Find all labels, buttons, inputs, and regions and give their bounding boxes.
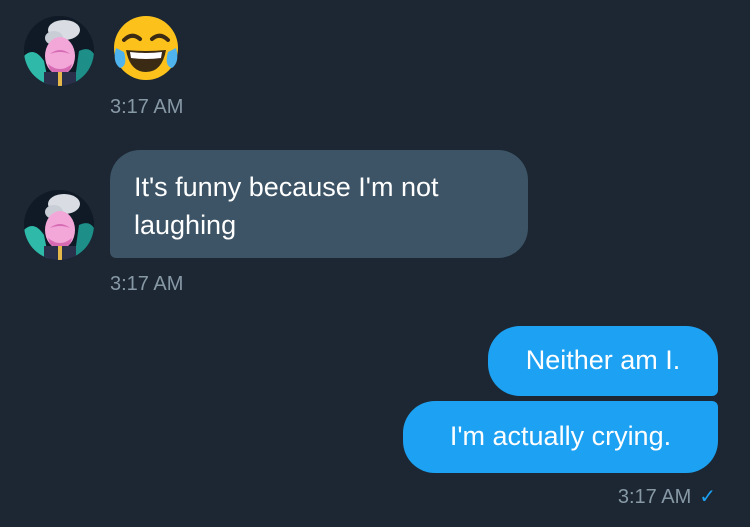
read-receipt-check-icon: ✓ <box>699 486 716 508</box>
message-text: It's funny because I'm not laughing <box>134 172 439 240</box>
sender-avatar[interactable] <box>24 16 94 86</box>
message-text: I'm actually crying. <box>449 421 672 451</box>
message-timestamp: 3:17 AM <box>617 486 692 508</box>
outgoing-message-bubble[interactable]: I'm actually crying. <box>403 401 718 473</box>
message-timestamp: 3:17 AM <box>110 96 184 118</box>
message-timestamp-row: 3:17 AM ✓ <box>618 485 716 509</box>
avatar-image <box>24 190 94 260</box>
incoming-message-bubble[interactable]: It's funny because I'm not laughing <box>110 150 528 258</box>
avatar-image <box>24 16 94 86</box>
message-timestamp: 3:17 AM <box>110 273 184 295</box>
dm-conversation: 3:17 AM It's funny because I'm not laugh… <box>0 0 750 527</box>
message-text: Neither am I. <box>525 345 681 375</box>
outgoing-message-bubble[interactable]: Neither am I. <box>488 326 718 396</box>
sender-avatar[interactable] <box>24 190 94 260</box>
tears-of-joy-emoji-icon <box>114 16 178 80</box>
emoji-message[interactable] <box>110 12 182 84</box>
